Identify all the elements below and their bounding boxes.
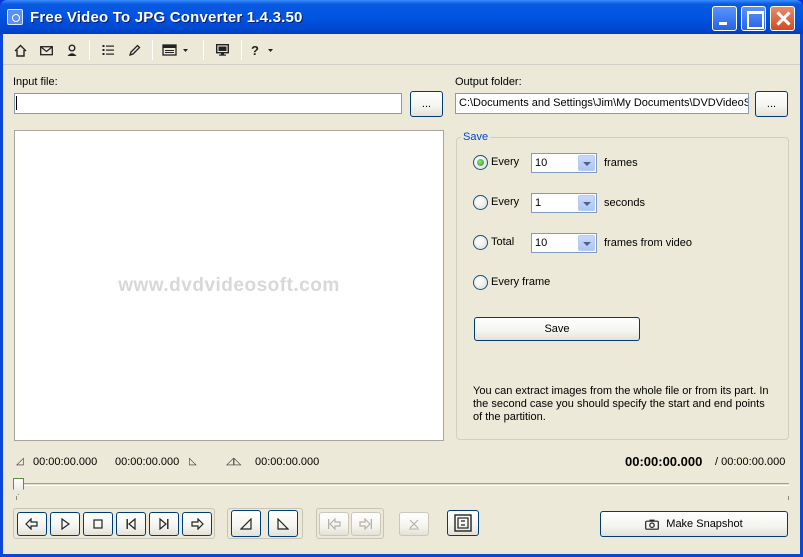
set-end-icon <box>277 517 289 530</box>
toolbar-separator <box>89 40 90 60</box>
total-time: / 00:00:00.000 <box>715 456 786 468</box>
app-icon <box>7 9 23 25</box>
go-to-start-icon <box>328 518 341 530</box>
output-browse-button[interactable]: ... <box>755 91 788 117</box>
window-title: Free Video To JPG Converter 1.4.3.50 <box>30 9 303 26</box>
toolbar: ? <box>3 34 800 65</box>
help-icon[interactable]: ? <box>251 41 281 59</box>
go-to-end-icon <box>359 518 372 530</box>
every-frames-label[interactable]: Every <box>491 156 519 168</box>
make-snapshot-label: Make Snapshot <box>666 518 743 530</box>
toolbar-separator <box>203 40 204 60</box>
minimize-button[interactable] <box>712 6 737 31</box>
play-icon <box>61 518 70 530</box>
set-start-button[interactable] <box>231 510 261 537</box>
every-frames-value: 10 <box>535 157 548 169</box>
camera-icon <box>645 519 660 530</box>
total-frames-label[interactable]: Total <box>491 236 514 248</box>
arrow-right-icon <box>191 518 204 530</box>
toolbar-separator <box>241 40 242 60</box>
info-text: You can extract images from the whole fi… <box>473 385 769 423</box>
chevron-down-icon[interactable] <box>578 195 595 211</box>
client-area: ? Input file: ... Output folder: C:\Docu… <box>3 34 800 554</box>
stop-icon <box>93 519 103 529</box>
input-file-field[interactable] <box>14 93 402 114</box>
duration-icon: ◿◺ <box>226 456 242 467</box>
toolbar-separator <box>152 40 153 60</box>
previous-frame-button[interactable] <box>116 512 146 536</box>
back-button[interactable] <box>17 512 47 536</box>
every-seconds-radio[interactable] <box>473 195 488 210</box>
input-file-label: Input file: <box>13 76 58 88</box>
every-frames-radio[interactable] <box>473 155 488 170</box>
film-frame-icon <box>454 514 472 532</box>
every-frame-radio[interactable] <box>473 275 488 290</box>
total-frames-select[interactable]: 10 <box>531 233 597 253</box>
every-frames-select[interactable]: 10 <box>531 153 597 173</box>
pen-icon[interactable] <box>125 41 143 59</box>
make-snapshot-button[interactable]: Make Snapshot <box>600 511 788 537</box>
snapshot-mode-button[interactable] <box>447 510 479 536</box>
every-seconds-suffix: seconds <box>604 197 645 209</box>
every-frame-label[interactable]: Every frame <box>491 276 550 288</box>
current-time: 00:00:00.000 <box>625 454 703 469</box>
output-folder-label: Output folder: <box>455 76 522 88</box>
timeline-slider-thumb[interactable] <box>13 478 24 495</box>
start-time: 00:00:00.000 <box>33 456 98 468</box>
skip-back-icon <box>126 518 136 530</box>
clear-markers-icon <box>409 519 419 530</box>
next-frame-button[interactable] <box>149 512 179 536</box>
menu-dropdown-icon[interactable] <box>161 41 191 59</box>
go-to-start-button[interactable] <box>319 512 349 536</box>
user-icon[interactable] <box>63 41 81 59</box>
end-time: 00:00:00.000 <box>115 456 180 468</box>
total-frames-radio[interactable] <box>473 235 488 250</box>
every-seconds-select[interactable]: 1 <box>531 193 597 213</box>
set-end-button[interactable] <box>268 510 298 537</box>
home-icon[interactable] <box>11 41 29 59</box>
every-frames-suffix: frames <box>604 157 638 169</box>
arrow-left-icon <box>25 518 38 530</box>
chevron-down-icon[interactable] <box>578 235 595 251</box>
total-frames-value: 10 <box>535 237 548 249</box>
input-browse-button[interactable]: ... <box>410 91 443 117</box>
chevron-down-icon[interactable] <box>578 155 595 171</box>
maximize-button[interactable] <box>741 6 766 31</box>
app-window: Free Video To JPG Converter 1.4.3.50 ? I… <box>0 0 803 557</box>
screen-icon[interactable] <box>213 41 231 59</box>
play-button[interactable] <box>50 512 80 536</box>
every-seconds-label[interactable]: Every <box>491 196 519 208</box>
help-glyph: ? <box>251 42 259 58</box>
clear-markers-button[interactable] <box>399 512 429 536</box>
video-preview: www.dvdvideosoft.com <box>14 130 444 441</box>
list-icon[interactable] <box>99 41 117 59</box>
timeline-slider-track[interactable] <box>16 483 789 486</box>
forward-button[interactable] <box>182 512 212 536</box>
end-marker-icon: ◺ <box>189 456 197 467</box>
start-marker-icon: ◿ <box>16 456 24 467</box>
text-caret <box>16 96 17 110</box>
duration-time: 00:00:00.000 <box>255 456 320 468</box>
every-seconds-value: 1 <box>535 197 542 209</box>
skip-forward-icon <box>159 518 169 530</box>
mail-icon[interactable] <box>37 41 55 59</box>
save-group-title: Save <box>461 131 491 143</box>
stop-button[interactable] <box>83 512 113 536</box>
timeline-slider-ticks <box>16 496 789 500</box>
output-folder-field[interactable]: C:\Documents and Settings\Jim\My Documen… <box>455 93 749 114</box>
set-start-icon <box>240 517 252 530</box>
total-frames-suffix: frames from video <box>604 237 693 249</box>
go-to-end-button[interactable] <box>351 512 381 536</box>
close-button[interactable] <box>770 6 795 31</box>
preview-watermark: www.dvdvideosoft.com <box>118 275 340 296</box>
title-bar[interactable]: Free Video To JPG Converter 1.4.3.50 <box>0 0 803 34</box>
save-button[interactable]: Save <box>474 317 640 341</box>
